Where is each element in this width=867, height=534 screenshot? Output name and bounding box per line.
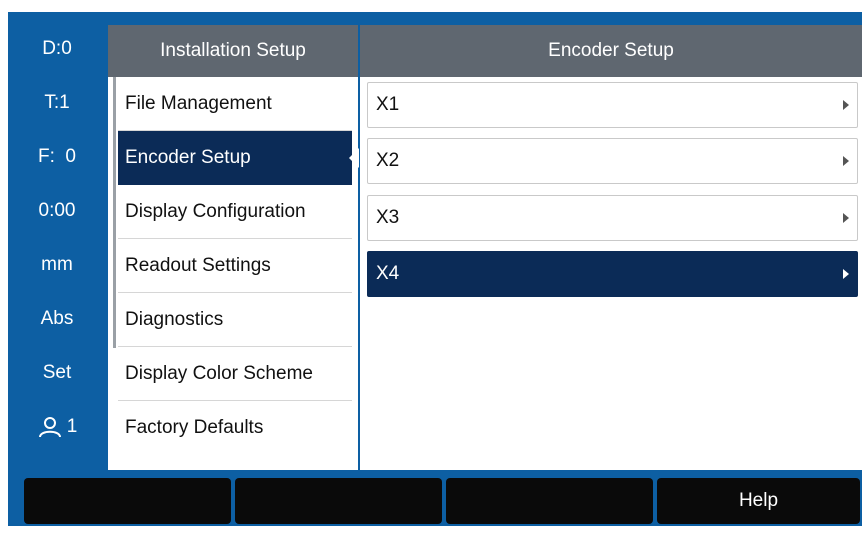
chevron-right-icon — [843, 156, 849, 166]
menu-item-label: Display Color Scheme — [125, 362, 313, 384]
menu-item-label: Factory Defaults — [125, 417, 264, 438]
menu-item-display-configuration[interactable]: Display Configuration — [118, 185, 352, 239]
feed-status[interactable]: F: 0 — [10, 130, 104, 184]
menu-item-label: Display Configuration — [125, 200, 306, 222]
encoder-item-x4[interactable]: X4 — [367, 251, 858, 297]
menu-item-label: Readout Settings — [125, 254, 271, 276]
user-number: 1 — [66, 416, 78, 437]
tool-status[interactable]: T:1 — [10, 76, 104, 130]
feed-label: F: 0 — [37, 146, 76, 167]
set-status[interactable]: Set — [10, 346, 104, 400]
menu-item-file-management[interactable]: File Management — [118, 77, 352, 131]
datum-status[interactable]: D:0 — [10, 22, 104, 76]
stopwatch-status[interactable]: 0:00 — [10, 184, 104, 238]
time-label: 0:00 — [38, 200, 76, 221]
menu-item-encoder-setup[interactable]: Encoder Setup — [118, 131, 352, 185]
help-softkey[interactable]: Help — [657, 478, 860, 524]
unit-label: mm — [41, 254, 73, 275]
softkey-label: Help — [738, 490, 779, 511]
set-label: Set — [42, 362, 72, 383]
encoder-label: X4 — [376, 263, 400, 284]
menu-title: Installation Setup — [160, 40, 306, 61]
chevron-right-icon — [843, 269, 849, 279]
unit-status[interactable]: mm — [10, 238, 104, 292]
detail-header: Encoder Setup — [360, 25, 862, 77]
menu-item-label: Encoder Setup — [125, 146, 251, 168]
encoder-label: X1 — [376, 94, 400, 115]
menu-item-label: File Management — [125, 92, 272, 114]
encoder-label: X3 — [376, 207, 400, 228]
user-status[interactable]: 1 — [10, 400, 104, 454]
encoder-label: X2 — [376, 150, 400, 171]
user-icon — [38, 417, 61, 438]
menu-item-factory-defaults[interactable]: Factory Defaults — [118, 401, 352, 455]
menu-scrollbar[interactable] — [113, 77, 116, 348]
encoder-item-x3[interactable]: X3 — [367, 195, 858, 241]
encoder-item-x1[interactable]: X1 — [367, 82, 858, 128]
menu-item-diagnostics[interactable]: Diagnostics — [118, 293, 352, 347]
mode-label: Abs — [40, 308, 74, 329]
softkey-3[interactable] — [446, 478, 653, 524]
status-bar: D:0 T:1 F: 0 0:00 mm Abs Set 1 — [10, 22, 104, 454]
menu-item-display-color-scheme[interactable]: Display Color Scheme — [118, 347, 352, 401]
menu-item-label: Diagnostics — [125, 308, 224, 330]
encoder-item-x2[interactable]: X2 — [367, 138, 858, 184]
chevron-right-icon — [843, 213, 849, 223]
menu-header: Installation Setup — [108, 25, 358, 77]
menu-item-readout-settings[interactable]: Readout Settings — [118, 239, 352, 293]
detail-title: Encoder Setup — [548, 40, 674, 61]
softkey-2[interactable] — [235, 478, 442, 524]
tool-label: T:1 — [44, 92, 70, 113]
datum-label: D:0 — [42, 38, 72, 59]
active-pointer-icon — [349, 148, 359, 168]
softkey-1[interactable] — [24, 478, 231, 524]
chevron-right-icon — [843, 100, 849, 110]
mode-status[interactable]: Abs — [10, 292, 104, 346]
